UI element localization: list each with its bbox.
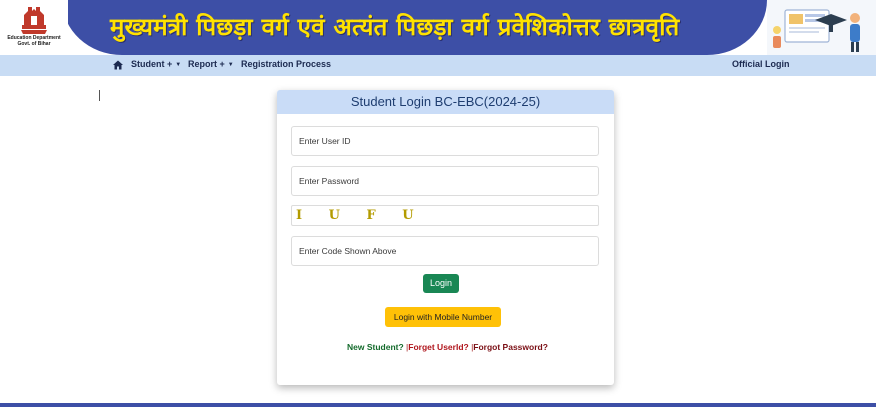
forgot-userid-link[interactable]: Forget UserId?	[408, 342, 468, 352]
password-input[interactable]	[291, 166, 599, 196]
new-student-link[interactable]: New Student?	[347, 342, 404, 352]
caret-down-icon: ▼	[175, 62, 182, 68]
nav-student-label: Student +	[131, 59, 173, 69]
nav-report-label: Report +	[188, 59, 225, 69]
captcha-image: I U F U	[291, 205, 599, 226]
user-id-input[interactable]	[291, 126, 599, 156]
department-logo: Education Department Govt. of Bihar	[0, 0, 68, 55]
footer-bar	[0, 403, 876, 407]
header-banner: Education Department Govt. of Bihar मुख्…	[0, 0, 876, 55]
nav-student-menu[interactable]: Student + ▼	[131, 59, 181, 69]
nav-bar: Student + ▼ Report + ▼ Registration Proces…	[0, 55, 876, 76]
nav-registration-process[interactable]: Registration Process	[241, 59, 331, 69]
home-icon[interactable]	[112, 59, 124, 71]
login-card-title: Student Login BC-EBC(2024-25)	[277, 90, 614, 114]
education-illustration-icon	[773, 9, 860, 52]
page: Education Department Govt. of Bihar मुख्…	[0, 0, 876, 407]
page-title: मुख्यमंत्री पिछड़ा वर्ग एवं अत्यंत पिछड़…	[110, 13, 680, 41]
account-links: New Student? |Forget UserId? |Forgot Pas…	[347, 342, 548, 354]
text-cursor	[99, 90, 100, 101]
logo-text-line2: Govt. of Bihar	[17, 41, 51, 47]
captcha-code-input[interactable]	[291, 236, 599, 266]
forgot-password-link[interactable]: Forgot Password?	[473, 342, 548, 352]
bihar-emblem-icon	[21, 7, 47, 34]
login-with-mobile-button[interactable]: Login with Mobile Number	[385, 307, 501, 327]
nav-report-menu[interactable]: Report + ▼	[188, 59, 234, 69]
login-card: Student Login BC-EBC(2024-25) I U F U Lo…	[277, 90, 614, 385]
nav-official-login[interactable]: Official Login	[732, 59, 790, 69]
login-button[interactable]: Login	[423, 274, 459, 293]
caret-down-icon: ▼	[227, 62, 234, 68]
scholarship-illustration	[767, 0, 876, 55]
